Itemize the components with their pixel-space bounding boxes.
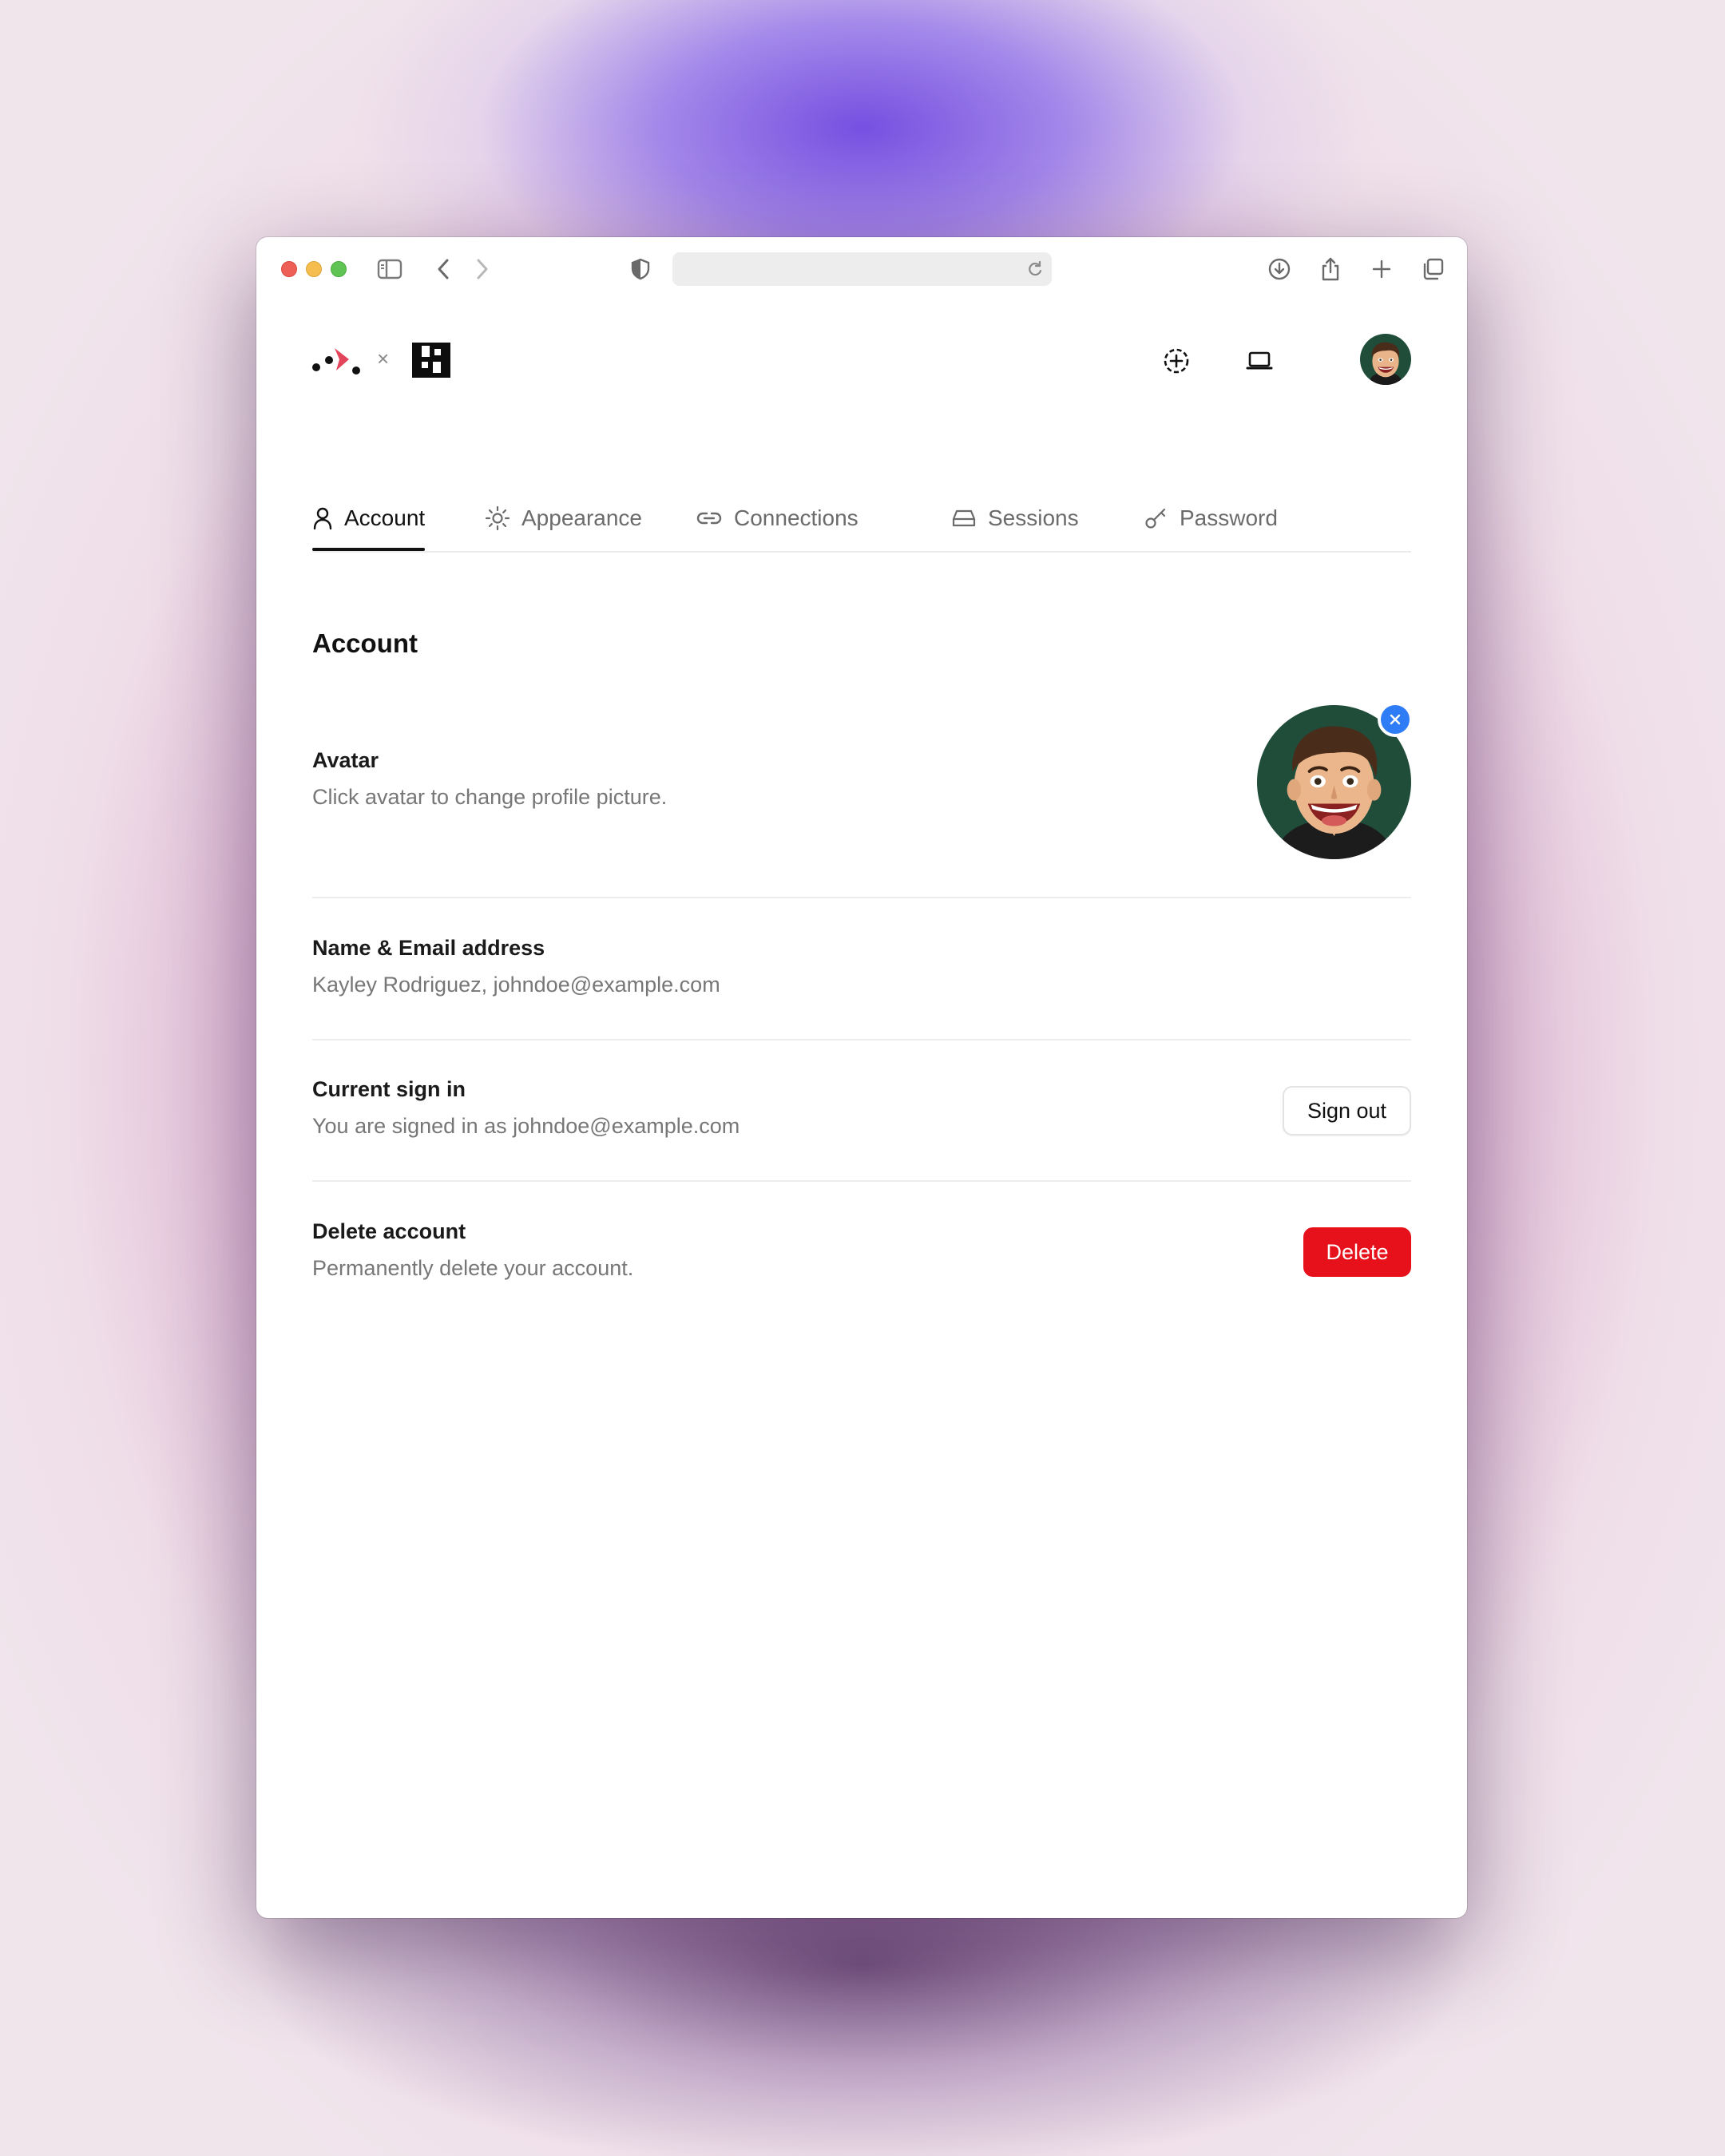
tab-sessions[interactable]: Sessions — [951, 487, 1079, 549]
shield-icon[interactable] — [625, 254, 656, 284]
tab-label: Connections — [734, 505, 859, 530]
tab-label: Appearance — [521, 505, 643, 530]
sign-out-button[interactable]: Sign out — [1283, 1086, 1411, 1135]
delete-account-title: Delete account — [312, 1219, 466, 1243]
tab-label: Sessions — [988, 505, 1079, 530]
user-avatar[interactable] — [1360, 334, 1411, 385]
sidebar-icon[interactable] — [375, 254, 405, 284]
reload-icon[interactable] — [1025, 259, 1045, 279]
sun-icon — [485, 505, 510, 531]
divider — [312, 1180, 1411, 1182]
key-icon — [1145, 508, 1166, 529]
tabs-overview-icon[interactable] — [1418, 254, 1448, 284]
name-email-title: Name & Email address — [312, 936, 545, 960]
add-circle-icon[interactable] — [1159, 343, 1194, 378]
tab-account[interactable]: Account — [312, 487, 426, 551]
app-header: × — [312, 329, 1411, 393]
tab-appearance[interactable]: Appearance — [485, 487, 642, 549]
download-icon[interactable] — [1264, 254, 1295, 284]
zoom-window-button[interactable] — [331, 261, 347, 277]
drive-icon — [952, 509, 976, 527]
brand-logo-icon[interactable] — [312, 342, 360, 378]
address-bar[interactable] — [672, 252, 1052, 286]
tab-label: Account — [344, 505, 426, 530]
logo-separator: × — [377, 347, 390, 371]
tab-label: Password — [1180, 505, 1278, 530]
back-icon[interactable] — [428, 254, 458, 284]
tab-password[interactable]: Password — [1144, 487, 1278, 549]
partner-logo-icon[interactable] — [412, 343, 450, 378]
laptop-icon[interactable] — [1242, 343, 1277, 378]
browser-window: × Account Appearance Sessions Connection… — [256, 237, 1467, 1918]
user-icon — [313, 507, 332, 530]
forward-icon[interactable] — [467, 254, 498, 284]
page-title: Account — [312, 628, 418, 658]
share-icon[interactable] — [1315, 254, 1346, 284]
close-icon — [1390, 714, 1401, 725]
divider — [312, 897, 1411, 898]
delete-account-subtitle: Permanently delete your account. — [312, 1256, 634, 1280]
avatar-subtitle: Click avatar to change profile picture. — [312, 785, 668, 809]
browser-toolbar — [256, 237, 1467, 301]
avatar-title: Avatar — [312, 748, 379, 772]
new-tab-icon[interactable] — [1366, 254, 1397, 284]
current-sign-in-subtitle: You are signed in as johndoe@example.com — [312, 1114, 740, 1138]
minimize-window-button[interactable] — [306, 261, 322, 277]
delete-account-button[interactable]: Delete — [1303, 1227, 1411, 1277]
settings-tabs: Account Appearance Sessions Connections … — [312, 487, 1411, 553]
link-icon — [696, 512, 722, 525]
divider — [312, 1039, 1411, 1040]
current-sign-in-title: Current sign in — [312, 1077, 466, 1101]
close-window-button[interactable] — [281, 261, 297, 277]
remove-avatar-button[interactable] — [1378, 702, 1413, 737]
name-email-value: Kayley Rodriguez, johndoe@example.com — [312, 973, 720, 997]
tab-connections[interactable]: Connections — [696, 487, 859, 549]
